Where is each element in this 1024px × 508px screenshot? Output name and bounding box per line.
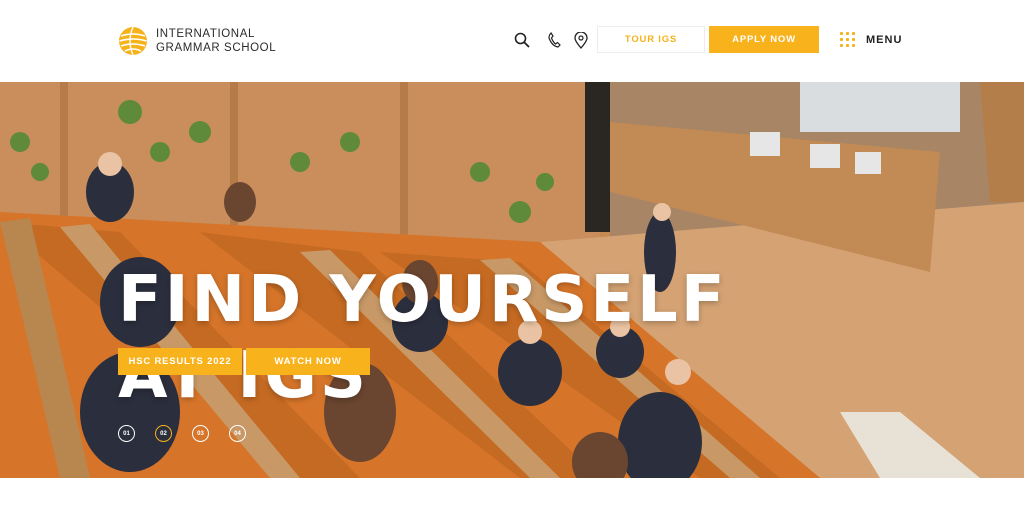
menu-button[interactable]: MENU xyxy=(840,30,902,50)
tour-igs-button[interactable]: TOUR IGS xyxy=(597,26,705,53)
logo-line-1: INTERNATIONAL xyxy=(156,28,255,40)
search-button[interactable] xyxy=(512,30,532,50)
slide-dot-02[interactable]: 02 xyxy=(155,425,172,442)
school-logo[interactable]: INTERNATIONAL GRAMMAR SCHOOL xyxy=(118,26,276,56)
location-pin-icon xyxy=(574,31,588,49)
search-icon xyxy=(514,32,530,48)
site-header: INTERNATIONAL GRAMMAR SCHOOL TOUR IGS AP… xyxy=(0,0,1024,82)
slide-dot-03[interactable]: 03 xyxy=(192,425,209,442)
watch-now-button[interactable]: WATCH NOW xyxy=(246,348,370,375)
location-button[interactable] xyxy=(571,30,591,50)
phone-button[interactable] xyxy=(544,30,564,50)
phone-icon xyxy=(548,32,561,48)
slide-dot-01[interactable]: 01 xyxy=(118,425,135,442)
menu-label: MENU xyxy=(866,34,903,46)
slide-dot-04[interactable]: 04 xyxy=(229,425,246,442)
hsc-results-button[interactable]: HSC RESULTS 2022 xyxy=(118,348,242,375)
hero-banner: FIND YOURSELF AT IGS xyxy=(0,82,1024,478)
slide-pagination: 01 02 03 04 xyxy=(118,425,266,442)
logo-text: INTERNATIONAL GRAMMAR SCHOOL xyxy=(156,27,276,55)
grid-menu-icon xyxy=(840,32,856,48)
globe-logo-icon xyxy=(119,26,147,56)
apply-now-button[interactable]: APPLY NOW xyxy=(709,26,819,53)
hero-title: FIND YOURSELF AT IGS xyxy=(118,262,728,414)
below-hero-section xyxy=(0,478,1024,508)
logo-line-2: GRAMMAR SCHOOL xyxy=(156,42,277,54)
hero-title-line-1: FIND YOURSELF xyxy=(118,263,728,337)
